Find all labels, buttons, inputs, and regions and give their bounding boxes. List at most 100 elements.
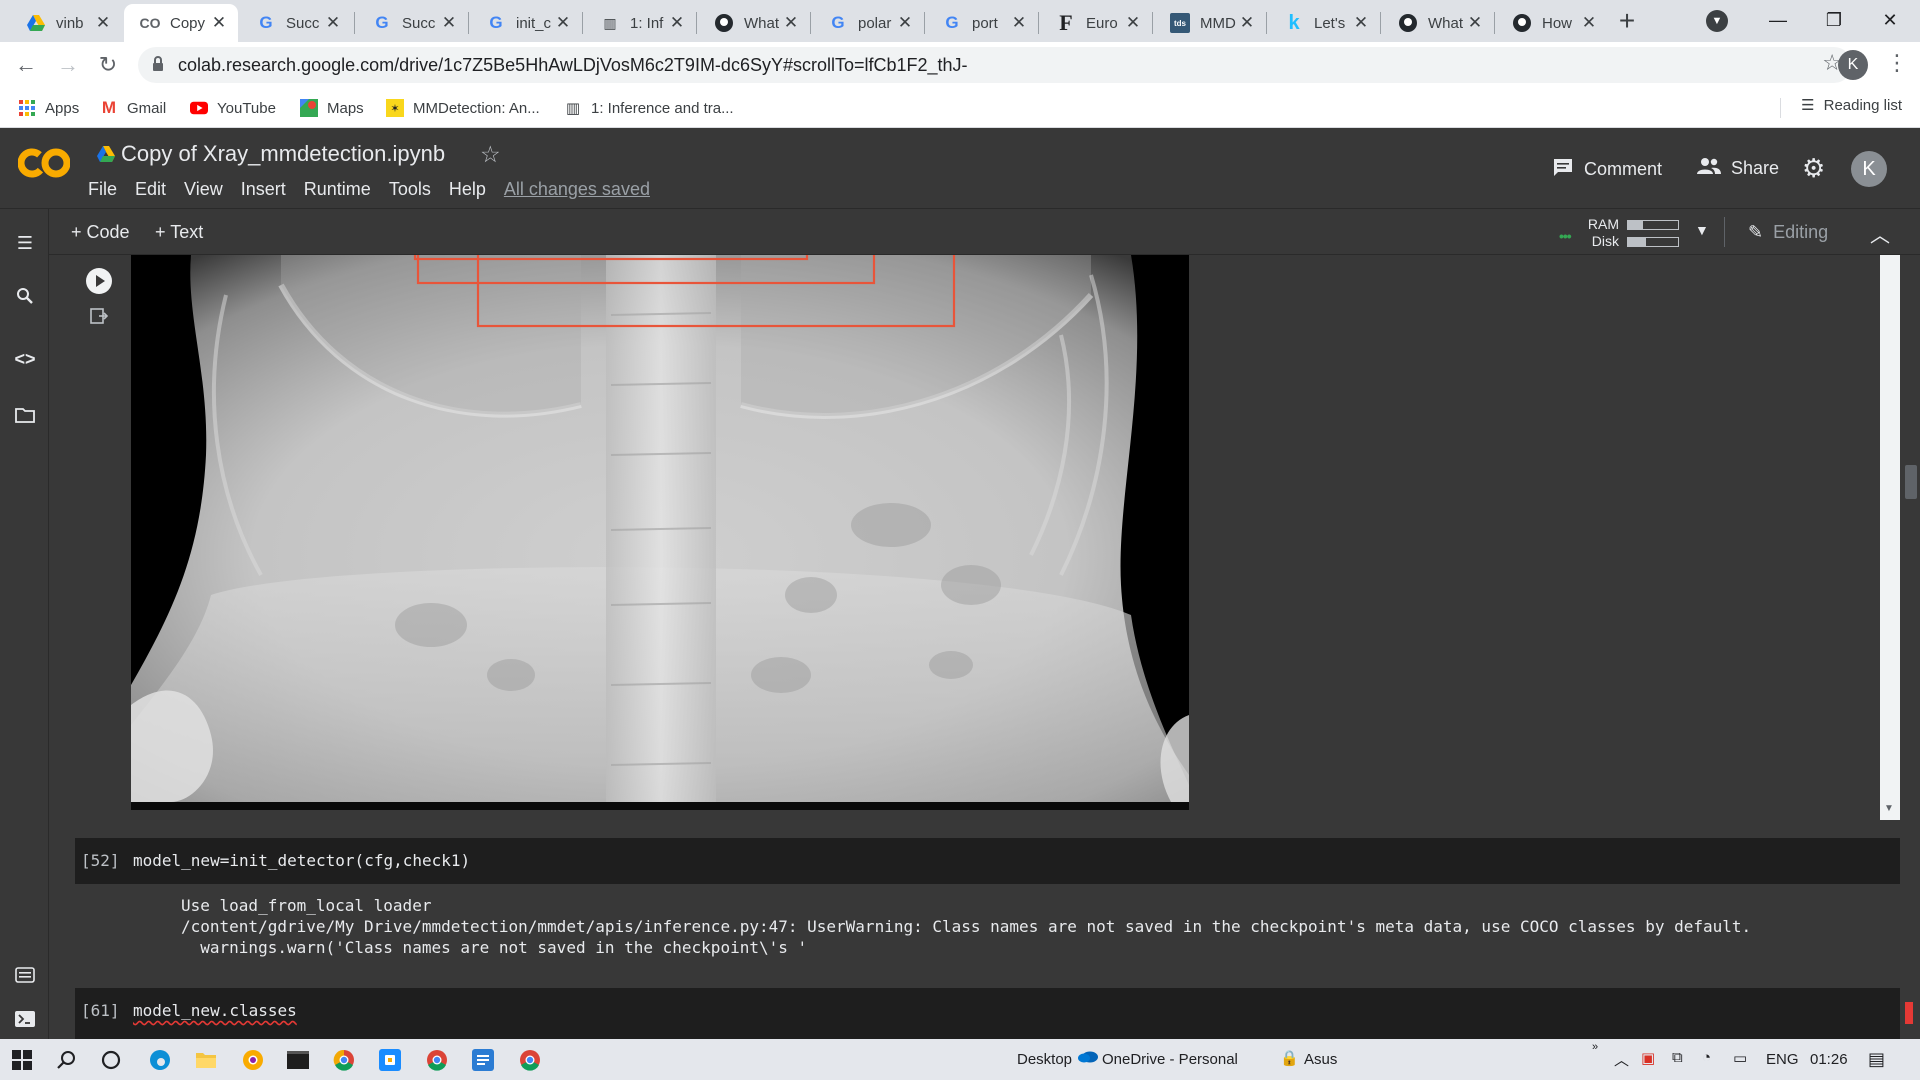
menu-insert[interactable]: Insert [241, 179, 286, 200]
browser-tab-11[interactable]: tds MMD ✕ [1154, 4, 1266, 42]
code-cell-61[interactable]: [61] model_new.classes [75, 988, 1913, 1039]
comment-button[interactable]: Comment [1552, 157, 1662, 182]
folder-icon[interactable] [13, 405, 37, 429]
cell-code[interactable]: model_new=init_detector(cfg,check1) [133, 851, 470, 870]
battery-icon[interactable]: ▭ [1733, 1049, 1747, 1067]
asus-icon[interactable]: 🔒 [1280, 1049, 1299, 1067]
chevron-up-icon[interactable]: ︿ [1870, 219, 1890, 248]
menu-runtime[interactable]: Runtime [304, 179, 371, 200]
search-icon[interactable] [54, 1047, 80, 1073]
close-icon[interactable]: ✕ [780, 13, 802, 33]
search-icon[interactable] [13, 287, 37, 311]
share-button[interactable]: Share [1697, 157, 1779, 180]
notifications-icon[interactable]: ▤ [1868, 1049, 1885, 1070]
close-icon[interactable]: ✕ [666, 13, 688, 33]
chrome-active-icon[interactable] [517, 1047, 543, 1073]
command-palette-icon[interactable] [13, 965, 37, 989]
star-icon[interactable]: ☆ [480, 141, 501, 168]
cell-code[interactable]: model_new.classes [133, 1001, 297, 1020]
windows-start-icon[interactable] [9, 1047, 35, 1073]
file-explorer-icon[interactable] [193, 1047, 219, 1073]
close-icon[interactable]: ✕ [208, 13, 230, 33]
browser-tab-6[interactable]: ▥ 1: Inf ✕ [584, 4, 696, 42]
asus-label[interactable]: Asus [1304, 1051, 1337, 1068]
browser-tab-1[interactable]: vinb ✕ [10, 4, 122, 42]
word-icon[interactable] [470, 1047, 496, 1073]
app-launcher-icon[interactable] [377, 1047, 403, 1073]
editing-mode-button[interactable]: ✎ Editing [1748, 222, 1828, 243]
tab-search-icon[interactable]: ▼ [1706, 10, 1728, 32]
reading-list-button[interactable]: ☰ Reading list [1801, 96, 1902, 115]
gift-icon[interactable]: ▣ [1641, 1049, 1655, 1067]
browser-tab-10[interactable]: F Euro ✕ [1040, 4, 1152, 42]
onedrive-label[interactable]: OneDrive - Personal [1102, 1051, 1238, 1068]
bookmark-gmail[interactable]: M Gmail [100, 96, 166, 120]
browser-tab-8[interactable]: G polar ✕ [812, 4, 924, 42]
close-window-button[interactable]: ✕ [1862, 0, 1918, 42]
table-of-contents-icon[interactable]: ☰ [13, 231, 37, 255]
edge-icon[interactable] [147, 1047, 173, 1073]
minimize-button[interactable]: — [1750, 0, 1806, 42]
menu-edit[interactable]: Edit [135, 179, 166, 200]
address-bar[interactable]: colab.research.google.com/drive/1c7Z5Be5… [138, 47, 1852, 83]
bookmark-apps[interactable]: Apps [18, 96, 79, 120]
browser-tab-9[interactable]: G port ✕ [926, 4, 1038, 42]
menu-view[interactable]: View [184, 179, 223, 200]
code-cell-52[interactable]: [52] model_new=init_detector(cfg,check1) [75, 838, 1900, 884]
notebook-title[interactable]: Copy of Xray_mmdetection.ipynb [97, 141, 445, 167]
browser-tab-3[interactable]: G Succ ✕ [240, 4, 352, 42]
output-scrollbar[interactable] [1880, 255, 1900, 820]
menu-tools[interactable]: Tools [389, 179, 431, 200]
browser-tab-13[interactable]: What ✕ [1382, 4, 1494, 42]
bookmark-maps[interactable]: Maps [300, 96, 364, 120]
language-indicator[interactable]: ENG [1766, 1051, 1799, 1068]
close-icon[interactable]: ✕ [1008, 13, 1030, 33]
account-avatar[interactable]: K [1851, 151, 1887, 187]
close-icon[interactable]: ✕ [1578, 13, 1600, 33]
terminal-app-icon[interactable] [285, 1047, 311, 1073]
back-arrow-icon[interactable]: ← [10, 49, 42, 81]
browser-tab-5[interactable]: G init_c ✕ [470, 4, 582, 42]
scroll-down-arrow-icon[interactable]: ▼ [1884, 803, 1894, 814]
profile-avatar[interactable]: K [1838, 50, 1868, 80]
close-icon[interactable]: ✕ [552, 13, 574, 33]
save-status[interactable]: All changes saved [504, 179, 650, 200]
resources-indicator[interactable]: ••• RAM Disk ▼ [1555, 214, 1709, 250]
chrome-icon[interactable] [424, 1047, 450, 1073]
browser-tab-2[interactable]: CO Copy ✕ [124, 4, 238, 42]
bookmark-inference[interactable]: ▥ 1: Inference and tra... [564, 96, 734, 120]
overflow-chevron-icon[interactable]: » [1592, 1041, 1598, 1053]
add-code-button[interactable]: + Code [71, 222, 130, 243]
colab-logo-icon[interactable] [18, 147, 70, 179]
close-icon[interactable]: ✕ [894, 13, 916, 33]
chrome-icon[interactable] [331, 1047, 357, 1073]
close-icon[interactable]: ✕ [1464, 13, 1486, 33]
add-text-button[interactable]: + Text [155, 222, 203, 243]
reload-icon[interactable]: ↻ [92, 49, 124, 81]
gear-icon[interactable]: ⚙ [1802, 153, 1825, 184]
close-icon[interactable]: ✕ [1350, 13, 1372, 33]
bookmark-youtube[interactable]: YouTube [190, 96, 276, 120]
more-menu-icon[interactable]: ⋮ [1886, 50, 1908, 76]
chevron-up-icon[interactable]: ︿ [1614, 1049, 1629, 1070]
close-icon[interactable]: ✕ [322, 13, 344, 33]
bookmark-mmdetection[interactable]: ✶ MMDetection: An... [386, 96, 540, 120]
browser-tab-12[interactable]: k Let's ✕ [1268, 4, 1380, 42]
desktop-toolbar-label[interactable]: Desktop [1017, 1051, 1072, 1068]
browser-tab-4[interactable]: G Succ ✕ [356, 4, 468, 42]
wifi-icon[interactable]: ◔ [1702, 1049, 1711, 1066]
close-icon[interactable]: ✕ [92, 13, 114, 33]
restore-button[interactable]: ❐ [1806, 0, 1862, 42]
page-scrollbar-thumb[interactable] [1905, 465, 1917, 499]
clock[interactable]: 01:26 [1810, 1051, 1848, 1068]
new-tab-button[interactable]: + [1611, 6, 1643, 38]
menu-help[interactable]: Help [449, 179, 486, 200]
chrome-canary-icon[interactable] [240, 1047, 266, 1073]
close-icon[interactable]: ✕ [1122, 13, 1144, 33]
close-icon[interactable]: ✕ [438, 13, 460, 33]
code-snippets-icon[interactable]: <> [13, 347, 37, 371]
remote-icon[interactable]: ⧉ [1672, 1049, 1683, 1066]
output-action-icon[interactable] [90, 307, 110, 327]
onedrive-cloud-icon[interactable] [1078, 1049, 1098, 1067]
menu-file[interactable]: File [88, 179, 117, 200]
